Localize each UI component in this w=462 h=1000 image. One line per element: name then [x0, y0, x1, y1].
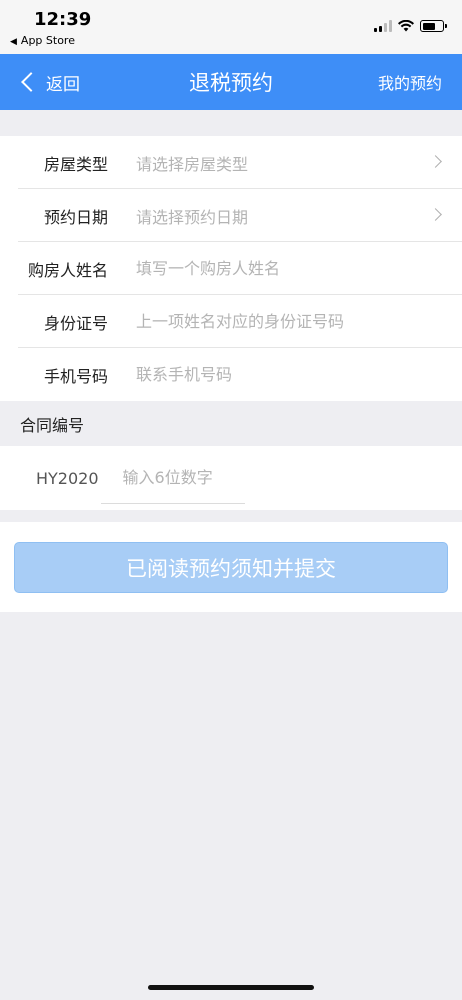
wifi-icon — [398, 20, 414, 32]
buyer-name-input[interactable] — [136, 259, 462, 278]
back-triangle-icon: ◀ — [10, 37, 17, 47]
status-icons — [374, 18, 447, 34]
id-number-label: 身份证号 — [43, 313, 108, 333]
submit-section: 已阅读预约须知并提交 — [0, 522, 462, 612]
phone-input[interactable] — [136, 365, 462, 384]
phone-label: 手机号码 — [43, 366, 108, 386]
nav-back-button[interactable]: 返回 — [18, 54, 80, 110]
contract-input-wrap — [100, 452, 245, 504]
chevron-left-icon — [21, 72, 41, 92]
appointment-date-row[interactable]: 预约日期 请选择预约日期 — [0, 189, 462, 242]
phone-row: 手机号码 — [0, 348, 462, 401]
house-type-select[interactable]: 请选择房屋类型 — [136, 151, 462, 175]
back-app-label: App Store — [20, 34, 75, 47]
appointment-form: 房屋类型 请选择房屋类型 预约日期 请选择预约日期 购房人姓名 身份证号 手机号… — [0, 136, 462, 401]
back-to-app-link[interactable]: ◀ App Store — [10, 34, 75, 47]
cellular-signal-icon — [374, 20, 392, 32]
id-number-input[interactable] — [136, 312, 462, 331]
buyer-name-row: 购房人姓名 — [0, 242, 462, 295]
status-bar: 12:39 ◀ App Store — [0, 0, 462, 54]
contract-prefix: HY2020 — [36, 468, 99, 488]
appointment-date-label: 预约日期 — [43, 207, 108, 227]
home-indicator[interactable] — [148, 985, 314, 990]
house-type-label: 房屋类型 — [43, 154, 108, 174]
nav-bar: 返回 退税预约 我的预约 — [0, 54, 462, 110]
submit-button[interactable]: 已阅读预约须知并提交 — [14, 542, 448, 593]
appointment-date-select[interactable]: 请选择预约日期 — [136, 204, 462, 228]
contract-number-row: HY2020 — [0, 446, 462, 510]
my-appointments-button[interactable]: 我的预约 — [378, 54, 442, 110]
buyer-name-label: 购房人姓名 — [27, 260, 108, 280]
id-number-row: 身份证号 — [0, 295, 462, 348]
status-time: 12:39 — [34, 9, 92, 30]
nav-back-label: 返回 — [46, 74, 80, 95]
house-type-row[interactable]: 房屋类型 请选择房屋类型 — [0, 136, 462, 189]
contract-number-input[interactable] — [100, 468, 245, 487]
contract-number-header: 合同编号 — [20, 416, 85, 435]
battery-icon — [420, 20, 447, 32]
